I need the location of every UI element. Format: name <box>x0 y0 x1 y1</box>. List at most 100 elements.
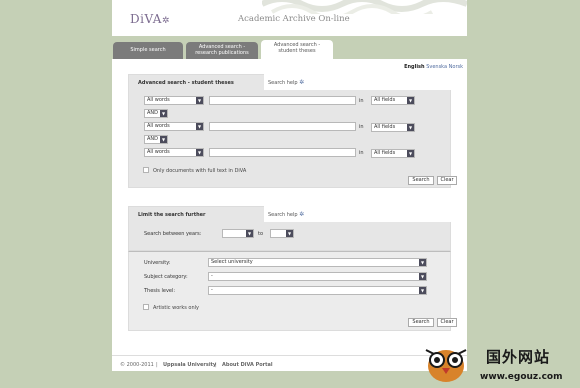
main-panel: English Svenska Norsk Advanced search - … <box>112 59 467 371</box>
watermark-url: www.egouz.com <box>480 372 563 382</box>
field-value: All fields <box>374 150 396 156</box>
term-type-value: All words <box>147 149 170 155</box>
year-to-select[interactable]: ▼ <box>270 229 294 238</box>
term-type-value: All words <box>147 97 170 103</box>
language-switcher: English Svenska Norsk <box>404 64 463 70</box>
chevron-down-icon: ▼ <box>419 259 426 266</box>
egouz-watermark: 国外网站 www.egouz.com <box>418 340 580 388</box>
chevron-down-icon: ▼ <box>407 150 414 157</box>
chevron-down-icon: ▼ <box>419 273 426 280</box>
advanced-search-box: Advanced search - student theses Search … <box>128 74 457 188</box>
box-title-area: Limit the search further <box>129 207 264 223</box>
limit-clear-button[interactable]: Clear <box>437 318 457 327</box>
term-type-value: All words <box>147 123 170 129</box>
site-header: DiVA✲ Academic Archive On-line <box>112 0 467 36</box>
lang-english: English <box>404 64 425 70</box>
tab-label-line2: student theses <box>278 48 316 54</box>
term-type-select-2[interactable]: All words ▼ <box>144 122 204 131</box>
university-value: Select university <box>211 259 253 265</box>
university-select[interactable]: Select university ▼ <box>208 258 427 267</box>
fulltext-checkbox[interactable] <box>143 167 149 173</box>
site-footer: © 2000-2011 | Uppsala University | About… <box>112 355 467 371</box>
site-title: Academic Archive On-line <box>238 14 350 24</box>
logo-text: DiVA <box>130 12 162 26</box>
lang-norsk[interactable]: Norsk <box>449 64 463 70</box>
help-gear-icon: ✲ <box>299 79 305 86</box>
chevron-down-icon: ▼ <box>286 230 293 237</box>
search-help-link[interactable]: Search help ✲ <box>268 211 304 218</box>
field-select-2[interactable]: All fields ▼ <box>371 123 415 132</box>
chevron-down-icon: ▼ <box>160 136 167 143</box>
watermark-chinese: 国外网站 <box>486 348 551 366</box>
help-area: Search help ✲ <box>264 74 452 90</box>
copyright: © 2000-2011 <box>120 362 154 368</box>
operator-select-1[interactable]: AND ▼ <box>144 109 168 118</box>
help-area: Search help ✲ <box>264 206 452 222</box>
search-help-label: Search help <box>268 212 298 218</box>
in-label: in <box>359 150 364 156</box>
subject-value: - <box>211 273 213 279</box>
term-type-select-1[interactable]: All words ▼ <box>144 96 204 105</box>
lang-svenska[interactable]: Svenska <box>426 64 447 70</box>
to-label: to <box>258 231 264 237</box>
chevron-down-icon: ▼ <box>196 123 203 130</box>
artistic-label: Artistic works only <box>153 305 199 311</box>
search-help-link[interactable]: Search help ✲ <box>268 79 304 86</box>
chevron-down-icon: ▼ <box>196 97 203 104</box>
clear-button[interactable]: Clear <box>437 176 457 185</box>
search-term-input-1[interactable] <box>209 96 356 105</box>
page-container: DiVA✲ Academic Archive On-line Simple se… <box>112 0 467 388</box>
thesis-level-label: Thesis level: <box>144 288 176 294</box>
tab-advanced-theses[interactable]: Advanced search - student theses <box>261 40 333 59</box>
limit-fields-box: University: Select university ▼ Subject … <box>128 251 457 331</box>
chevron-down-icon: ▼ <box>407 97 414 104</box>
limit-search-button[interactable]: Search <box>408 318 434 327</box>
advanced-search-title: Advanced search - student theses <box>138 80 234 86</box>
owl-logo-icon <box>425 349 467 382</box>
tab-label-line2: research publications <box>195 50 249 56</box>
thesis-level-value: - <box>211 287 213 293</box>
chevron-down-icon: ▼ <box>407 124 414 131</box>
search-term-input-2[interactable] <box>209 122 356 131</box>
tab-simple-search[interactable]: Simple search <box>113 42 183 59</box>
diva-logo[interactable]: DiVA✲ <box>130 12 170 26</box>
footer-university-link[interactable]: Uppsala University <box>163 362 216 368</box>
box-title-area: Advanced search - student theses <box>129 75 264 91</box>
year-from-select[interactable]: ▼ <box>222 229 254 238</box>
chevron-down-icon: ▼ <box>196 149 203 156</box>
thesis-level-select[interactable]: - ▼ <box>208 286 427 295</box>
artistic-checkbox[interactable] <box>143 304 149 310</box>
in-label: in <box>359 98 364 104</box>
subject-label: Subject category: <box>144 274 188 280</box>
search-help-label: Search help <box>268 80 298 86</box>
tab-advanced-research[interactable]: Advanced search - research publications <box>186 42 258 59</box>
operator-select-2[interactable]: AND ▼ <box>144 135 168 144</box>
footer-about-link[interactable]: About DiVA Portal <box>222 362 273 368</box>
search-tabs: Simple search Advanced search - research… <box>112 40 467 59</box>
fulltext-label: Only documents with full text in DiVA <box>153 168 247 174</box>
box-header: Advanced search - student theses Search … <box>129 74 452 91</box>
tab-label: Simple search <box>130 47 166 53</box>
field-select-1[interactable]: All fields ▼ <box>371 96 415 105</box>
limit-search-title: Limit the search further <box>138 212 206 218</box>
search-term-input-3[interactable] <box>209 148 356 157</box>
limit-search-box: Limit the search further Search help ✲ S… <box>128 206 452 251</box>
in-label: in <box>359 124 364 130</box>
university-label: University: <box>144 260 171 266</box>
field-select-3[interactable]: All fields ▼ <box>371 149 415 158</box>
footer-separator: | <box>215 362 217 368</box>
logo-star-icon: ✲ <box>161 16 171 26</box>
chevron-down-icon: ▼ <box>160 110 167 117</box>
subject-select[interactable]: - ▼ <box>208 272 427 281</box>
operator-value: AND <box>147 110 159 116</box>
chevron-down-icon: ▼ <box>419 287 426 294</box>
search-button[interactable]: Search <box>408 176 434 185</box>
field-value: All fields <box>374 124 396 130</box>
help-gear-icon: ✲ <box>299 211 305 218</box>
footer-separator: | <box>156 362 158 368</box>
chevron-down-icon: ▼ <box>246 230 253 237</box>
field-value: All fields <box>374 97 396 103</box>
term-type-select-3[interactable]: All words ▼ <box>144 148 204 157</box>
box-header: Limit the search further Search help ✲ <box>129 206 452 223</box>
operator-value: AND <box>147 136 159 142</box>
